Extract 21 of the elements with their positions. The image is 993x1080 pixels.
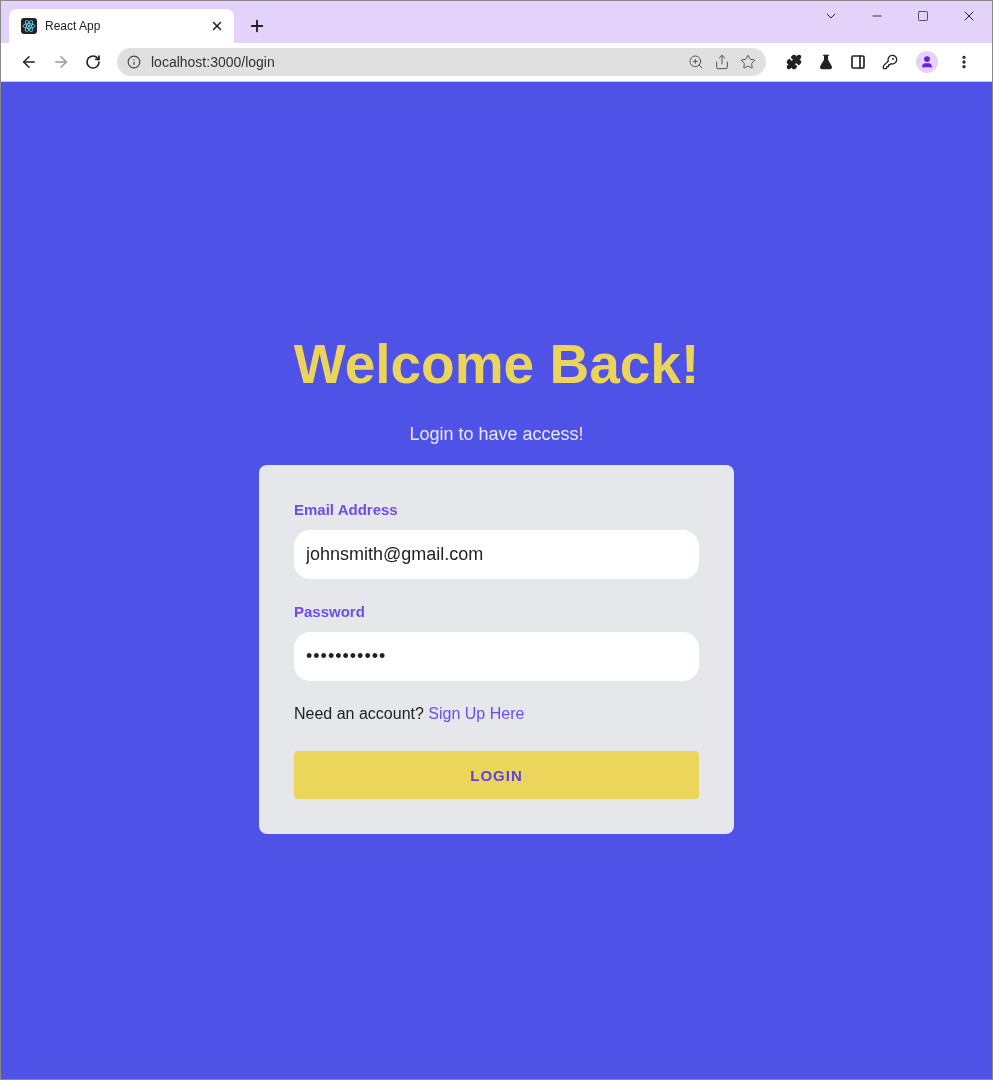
email-field[interactable]: johnsmith@gmail.com [294,530,699,579]
signup-prompt: Need an account? Sign Up Here [294,705,526,723]
field-label: Password [294,603,366,620]
new-tab-icon[interactable] [248,17,266,35]
address-bar[interactable]: localhost:3000/login [117,48,766,76]
field-label: Email Address [294,501,399,518]
tab-title: React App [45,19,102,33]
url-text: localhost:3000/login [151,54,276,70]
atom-icon [21,18,37,34]
signup-link[interactable]: Sign Up Here [428,705,525,722]
zoom-icon[interactable] [688,54,704,70]
subtitle: Login to have access! [409,424,584,445]
browser-tab[interactable]: React App [9,9,234,43]
share-icon[interactable] [714,54,730,70]
close-icon[interactable] [210,19,224,33]
login-button[interactable]: LOGIN [294,751,699,799]
star-icon[interactable] [740,54,756,70]
info-icon[interactable] [127,55,141,69]
profile-icon[interactable] [916,51,938,73]
page-heading: Welcome Back! [293,332,700,396]
password-field[interactable]: ••••••••••• [294,632,699,681]
